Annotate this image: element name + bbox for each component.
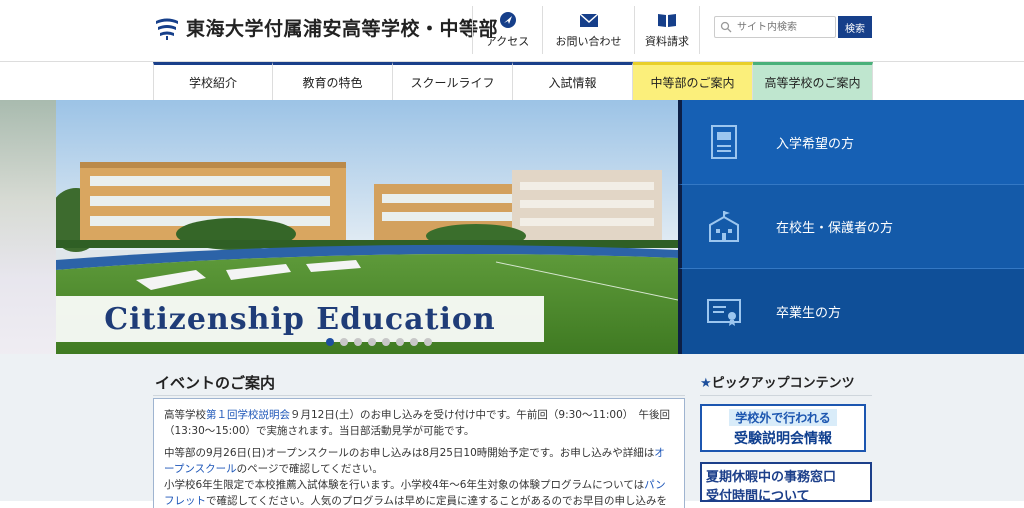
audience-links: 入学希望の方 在校生・保護者の方 卒業生の方	[678, 100, 1024, 354]
slide-dot[interactable]	[326, 338, 334, 346]
document-icon	[711, 125, 737, 159]
book-icon	[658, 14, 676, 27]
nav-school-life[interactable]: スクールライフ	[393, 62, 513, 100]
nav-high-school[interactable]: 高等学校のご案内	[753, 62, 873, 100]
event-text: 小学校6年生限定で本校推薦入試体験を行います。小学校4年～6年生対象の体験プログ…	[164, 479, 645, 491]
event-text: 中等部の9月26日(日)オープンスクールのお申し込みは8月25日10時開始予定で…	[164, 447, 655, 459]
prospective-students-link[interactable]: 入学希望の方	[678, 100, 1024, 184]
pickup-heading-divider	[700, 395, 872, 396]
school-name: 東海大学付属浦安高等学校・中等部	[186, 18, 499, 40]
request-materials-link[interactable]: 資料請求	[634, 6, 700, 54]
hero-section: Citizenship Education 入学希望の方 在校生・保護者の方 卒…	[0, 100, 1024, 354]
slide-dot[interactable]	[354, 338, 362, 346]
slide-dot[interactable]	[424, 338, 432, 346]
briefing-session-link[interactable]: 第１回学校説明会	[206, 409, 290, 421]
banner-line: 夏期休暇中の事務窓口	[706, 470, 837, 485]
slide-dot[interactable]	[396, 338, 404, 346]
site-logo[interactable]: 東海大学付属浦安高等学校・中等部	[154, 14, 498, 41]
site-header: 東海大学付属浦安高等学校・中等部 アクセス お問い合わせ 資料請求 検索	[0, 0, 1024, 62]
slide-pagination	[326, 338, 432, 346]
school-logo-icon	[156, 18, 178, 40]
hero-caption: Citizenship Education	[56, 296, 544, 342]
nav-school-intro[interactable]: 学校紹介	[153, 62, 273, 100]
certificate-icon	[707, 298, 741, 326]
contact-label: お問い合わせ	[555, 35, 622, 48]
search-input[interactable]	[714, 16, 836, 38]
event-item: 中等部の9月26日(日)オープンスクールのお申し込みは8月25日10時開始予定で…	[164, 445, 674, 508]
summer-office-hours-banner[interactable]: 夏期休暇中の事務窓口 受付時間について	[700, 462, 872, 502]
search-button[interactable]: 検索	[838, 16, 872, 38]
search-icon	[720, 21, 732, 33]
students-parents-link[interactable]: 在校生・保護者の方	[678, 184, 1024, 268]
nav-education-features[interactable]: 教育の特色	[273, 62, 393, 100]
banner-line: 受付時間について	[706, 489, 810, 502]
pickup-heading-text: ピックアップコンテンツ	[711, 376, 855, 391]
event-text: で確認してください。人気のプログラムは早めに定員に達することがあるのでお早目の申…	[206, 495, 668, 507]
main-content: イベントのご案内 高等学校第１回学校説明会９月12日(土）のお申し込みを受け付け…	[0, 354, 1024, 508]
hero-caption-text: Citizenship Education	[104, 301, 496, 337]
previous-slide-peek	[0, 100, 56, 354]
request-materials-label: 資料請求	[645, 35, 689, 48]
access-label: アクセス	[485, 35, 530, 48]
slide-dot[interactable]	[382, 338, 390, 346]
event-text: 高等学校	[164, 409, 206, 421]
site-search: 検索	[714, 16, 872, 38]
alumni-label: 卒業生の方	[776, 306, 842, 321]
event-text: のページで確認してください。	[236, 463, 383, 475]
global-nav: 学校紹介 教育の特色 スクールライフ 入試情報 中等部のご案内 高等学校のご案内	[153, 62, 873, 100]
alumni-link[interactable]: 卒業生の方	[678, 268, 1024, 354]
pickup-heading: ★ピックアップコンテンツ	[700, 372, 855, 391]
star-icon: ★	[700, 376, 712, 391]
nav-admissions[interactable]: 入試情報	[513, 62, 633, 100]
event-item: 高等学校第１回学校説明会９月12日(土）のお申し込みを受け付け中です。午前回（9…	[164, 407, 674, 439]
access-link[interactable]: アクセス	[472, 6, 542, 54]
contact-link[interactable]: お問い合わせ	[542, 6, 634, 54]
nav-junior-high[interactable]: 中等部のご案内	[633, 62, 753, 100]
students-parents-label: 在校生・保護者の方	[776, 221, 894, 236]
banner-line: 受験説明会情報	[734, 430, 832, 447]
slide-dot[interactable]	[368, 338, 376, 346]
compass-icon	[499, 12, 516, 28]
external-briefing-banner[interactable]: 学校外で行われる 受験説明会情報	[700, 404, 866, 452]
school-building-icon	[709, 210, 739, 242]
events-panel: 高等学校第１回学校説明会９月12日(土）のお申し込みを受け付け中です。午前回（9…	[153, 398, 685, 508]
banner-line: 学校外で行われる	[729, 408, 837, 426]
events-heading: イベントのご案内	[155, 374, 276, 392]
slide-dot[interactable]	[340, 338, 348, 346]
events-heading-divider	[153, 395, 685, 396]
slide-dot[interactable]	[410, 338, 418, 346]
mail-icon	[579, 13, 598, 27]
prospective-students-label: 入学希望の方	[776, 136, 855, 152]
